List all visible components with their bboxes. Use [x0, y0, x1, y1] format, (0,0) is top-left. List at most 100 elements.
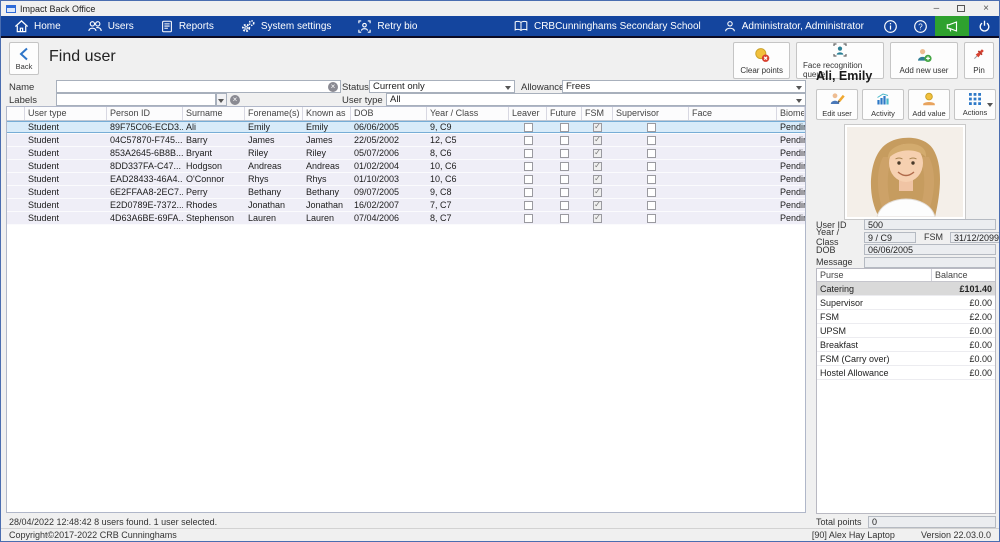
- nav-item-home[interactable]: Home: [1, 16, 74, 36]
- nav-item-reports[interactable]: Reports: [147, 16, 227, 36]
- status-filter-dropdown[interactable]: Current only: [369, 80, 515, 93]
- col-biometric-permission[interactable]: Biometric Permission: [777, 107, 805, 120]
- supervisor-checkbox[interactable]: [646, 200, 656, 210]
- col-supervisor[interactable]: Supervisor: [613, 107, 689, 120]
- dob-field[interactable]: 06/06/2005: [864, 244, 996, 255]
- col-fsm[interactable]: FSM: [582, 107, 613, 120]
- info-button[interactable]: [875, 16, 905, 36]
- future-checkbox[interactable]: [560, 135, 569, 145]
- close-icon[interactable]: ×: [983, 3, 989, 14]
- col-known-as[interactable]: Known as: [303, 107, 351, 120]
- leaver-checkbox[interactable]: [523, 200, 533, 210]
- future-checkbox[interactable]: [560, 174, 569, 184]
- allowance-filter-label: Allowance: [521, 82, 565, 93]
- leaver-checkbox[interactable]: [523, 161, 533, 171]
- table-row[interactable]: Student EAD28433-46A4... O'Connor Rhys R…: [7, 173, 805, 186]
- edit-user-button[interactable]: Edit user: [816, 89, 858, 120]
- fsm-checkbox[interactable]: [593, 200, 602, 210]
- clear-points-button[interactable]: Clear points: [733, 42, 790, 79]
- name-filter-input[interactable]: [56, 80, 341, 93]
- leaver-checkbox[interactable]: [523, 135, 533, 145]
- current-user[interactable]: Administrator, Administrator: [712, 16, 875, 36]
- total-points-field[interactable]: 0: [868, 516, 996, 528]
- fsm-checkbox[interactable]: [593, 161, 602, 171]
- table-row[interactable]: Student E2D0789E-7372... Rhodes Jonathan…: [7, 199, 805, 212]
- allowance-filter-dropdown[interactable]: Frees: [562, 80, 806, 93]
- power-icon: [977, 19, 992, 34]
- fsm-checkbox[interactable]: [593, 213, 602, 223]
- future-checkbox[interactable]: [560, 122, 569, 132]
- leaver-checkbox[interactable]: [523, 187, 533, 197]
- footer-bar: Copyright©2017-2022 CRB Cunninghams [90]…: [1, 528, 999, 541]
- purse-row[interactable]: Supervisor £0.00: [817, 296, 995, 310]
- purse-row[interactable]: FSM (Carry over) £0.00: [817, 352, 995, 366]
- col-person-id[interactable]: Person ID: [107, 107, 183, 120]
- name-clear-icon[interactable]: ×: [328, 82, 338, 92]
- year-class-field[interactable]: 9 / C9: [864, 231, 916, 243]
- message-label: Message: [816, 257, 853, 267]
- fsm-checkbox[interactable]: [593, 122, 602, 132]
- col-leaver[interactable]: Leaver: [509, 107, 547, 120]
- supervisor-checkbox[interactable]: [646, 161, 656, 171]
- message-field[interactable]: [864, 256, 996, 268]
- supervisor-checkbox[interactable]: [646, 187, 656, 197]
- col-dob[interactable]: DOB: [351, 107, 427, 120]
- col-face[interactable]: Face: [689, 107, 777, 120]
- col-year-class[interactable]: Year / Class: [427, 107, 509, 120]
- future-checkbox[interactable]: [560, 213, 569, 223]
- purse-row[interactable]: Catering £101.40: [817, 282, 995, 296]
- labels-filter-input[interactable]: [56, 93, 216, 106]
- usertype-filter-dropdown[interactable]: All: [386, 93, 806, 106]
- future-checkbox[interactable]: [560, 148, 569, 158]
- add-value-button[interactable]: Add value: [908, 89, 950, 120]
- supervisor-checkbox[interactable]: [646, 148, 656, 158]
- col-user-type[interactable]: User type: [25, 107, 107, 120]
- table-row[interactable]: Student 6E2FFAA8-2EC7... Perry Bethany B…: [7, 186, 805, 199]
- actions-button[interactable]: Actions: [954, 89, 996, 120]
- nav-item-users[interactable]: Users: [74, 16, 147, 36]
- purse-row[interactable]: FSM £2.00: [817, 310, 995, 324]
- fsm-checkbox[interactable]: [593, 174, 602, 184]
- announcements-button[interactable]: [935, 16, 969, 36]
- supervisor-checkbox[interactable]: [646, 174, 656, 184]
- leaver-checkbox[interactable]: [523, 174, 533, 184]
- purse-row[interactable]: UPSM £0.00: [817, 324, 995, 338]
- future-checkbox[interactable]: [560, 200, 569, 210]
- table-row[interactable]: Student 8DD337FA-C47... Hodgson Andreas …: [7, 160, 805, 173]
- fsm-checkbox[interactable]: [593, 135, 602, 145]
- activity-button[interactable]: Activity: [862, 89, 904, 120]
- user-id-field[interactable]: 500: [864, 219, 996, 230]
- table-row[interactable]: Student 04C57870-F745... Barry James Jam…: [7, 134, 805, 147]
- help-button[interactable]: ?: [905, 16, 935, 36]
- future-checkbox[interactable]: [560, 187, 569, 197]
- supervisor-checkbox[interactable]: [646, 213, 656, 223]
- table-row[interactable]: Student 89F75C06-ECD3... Ali Emily Emily…: [7, 121, 805, 134]
- leaver-checkbox[interactable]: [523, 148, 533, 158]
- supervisor-checkbox[interactable]: [646, 122, 656, 132]
- col-forenames[interactable]: Forename(s): [245, 107, 303, 120]
- nav-item-retry-bio[interactable]: Retry bio: [344, 16, 430, 36]
- labels-clear-icon[interactable]: ×: [230, 95, 240, 105]
- col-future[interactable]: Future: [547, 107, 582, 120]
- leaver-checkbox[interactable]: [523, 213, 533, 223]
- back-button[interactable]: Back: [9, 42, 39, 75]
- table-row[interactable]: Student 4D63A6BE-69FA... Stephenson Laur…: [7, 212, 805, 225]
- purse-row[interactable]: Breakfast £0.00: [817, 338, 995, 352]
- school-selector[interactable]: CRBCunninghams Secondary School: [502, 16, 712, 36]
- labels-dropdown-button[interactable]: [216, 93, 227, 106]
- table-row[interactable]: Student 853A2645-6B8B... Bryant Riley Ri…: [7, 147, 805, 160]
- nav-item-system-settings[interactable]: System settings: [227, 16, 345, 36]
- minimize-icon[interactable]: –: [934, 3, 940, 14]
- clear-points-icon: [754, 47, 770, 66]
- power-button[interactable]: [969, 16, 999, 36]
- fsm-checkbox[interactable]: [593, 148, 602, 158]
- leaver-checkbox[interactable]: [523, 122, 533, 132]
- supervisor-checkbox[interactable]: [646, 135, 656, 145]
- purse-row[interactable]: Hostel Allowance £0.00: [817, 366, 995, 380]
- labels-filter-label: Labels: [9, 95, 37, 106]
- future-checkbox[interactable]: [560, 161, 569, 171]
- maximize-icon[interactable]: [957, 5, 966, 12]
- fsm-checkbox[interactable]: [593, 187, 602, 197]
- col-surname[interactable]: Surname: [183, 107, 245, 120]
- fsm-date-field[interactable]: 31/12/2099: [950, 231, 999, 243]
